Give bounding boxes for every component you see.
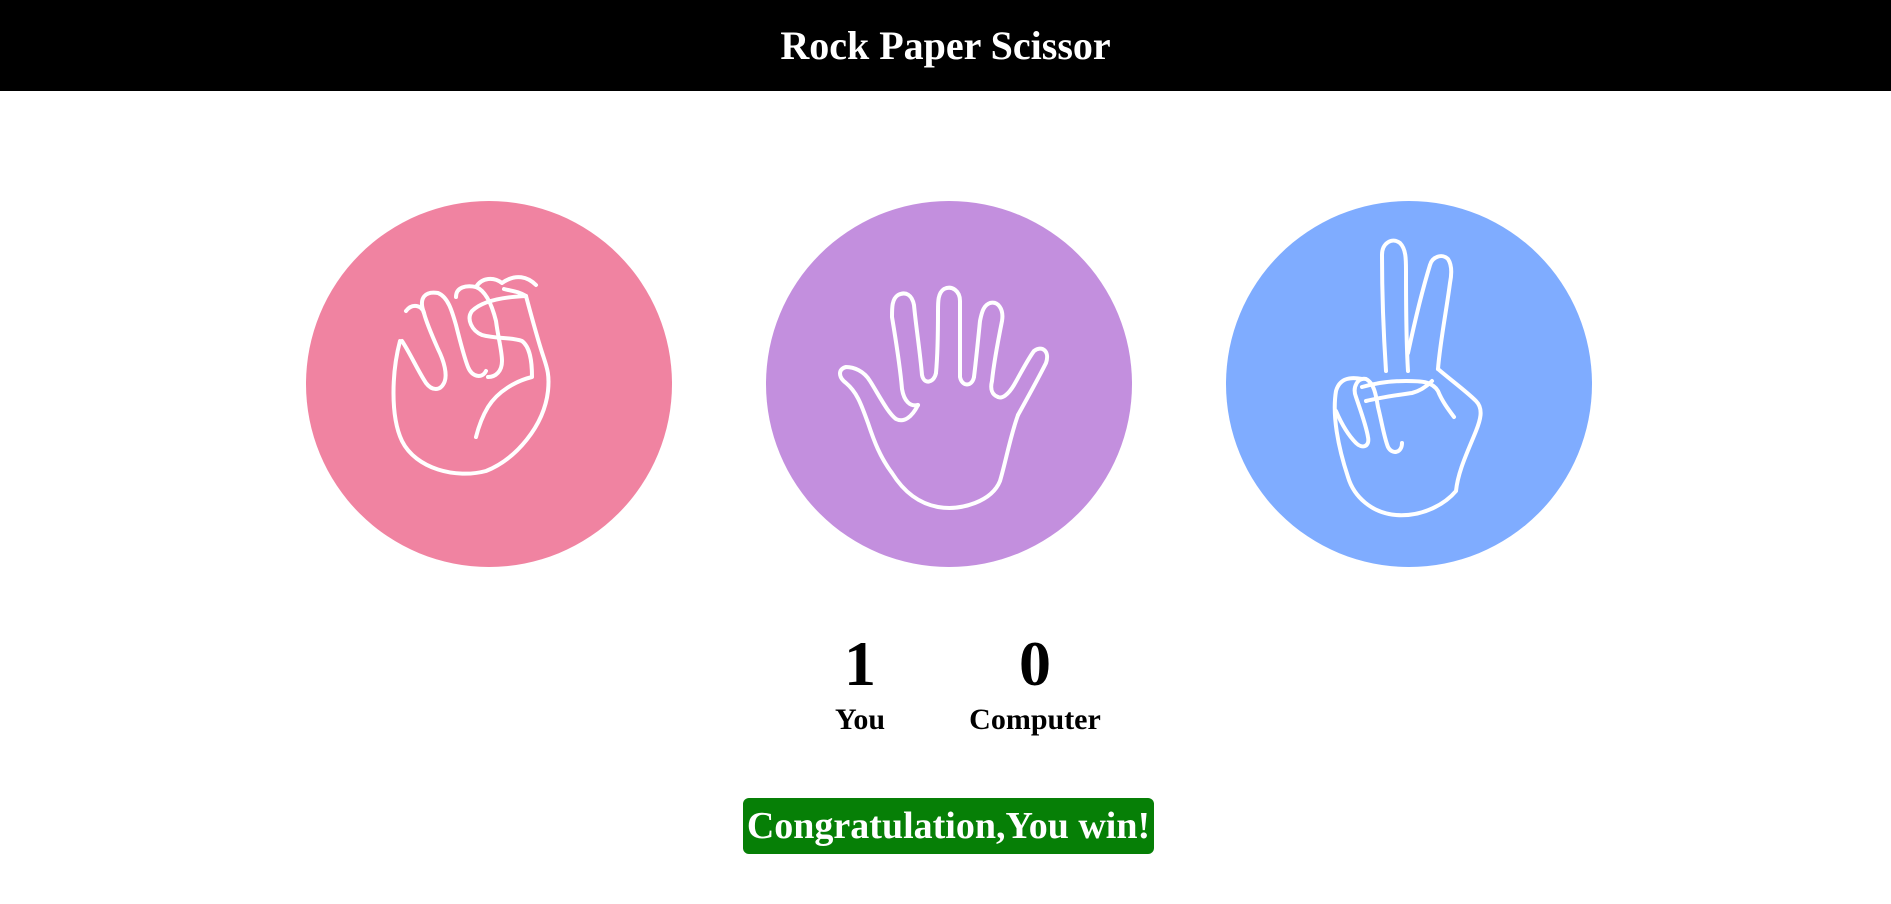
user-score-label: You [834, 703, 886, 736]
peace-sign-hand-icon [1226, 201, 1592, 567]
paper-choice-button[interactable] [766, 201, 1132, 567]
open-palm-hand-icon [766, 201, 1132, 567]
result-message: Congratulation,You win! [743, 798, 1154, 854]
game-title: Rock Paper Scissor [780, 23, 1111, 68]
scissor-circle [1226, 201, 1592, 567]
header-bar: Rock Paper Scissor [0, 0, 1891, 91]
user-score-value: 1 [844, 628, 876, 699]
computer-score: 0 Computer [955, 626, 1115, 738]
fist-hand-icon [306, 201, 672, 567]
computer-score-label: Computer [969, 703, 1101, 736]
paper-circle [766, 201, 1132, 567]
rock-circle [306, 201, 672, 567]
user-score: 1 You [810, 626, 910, 738]
scissor-choice-button[interactable] [1226, 201, 1592, 567]
computer-score-value: 0 [1019, 628, 1051, 699]
rock-choice-button[interactable] [306, 201, 672, 567]
